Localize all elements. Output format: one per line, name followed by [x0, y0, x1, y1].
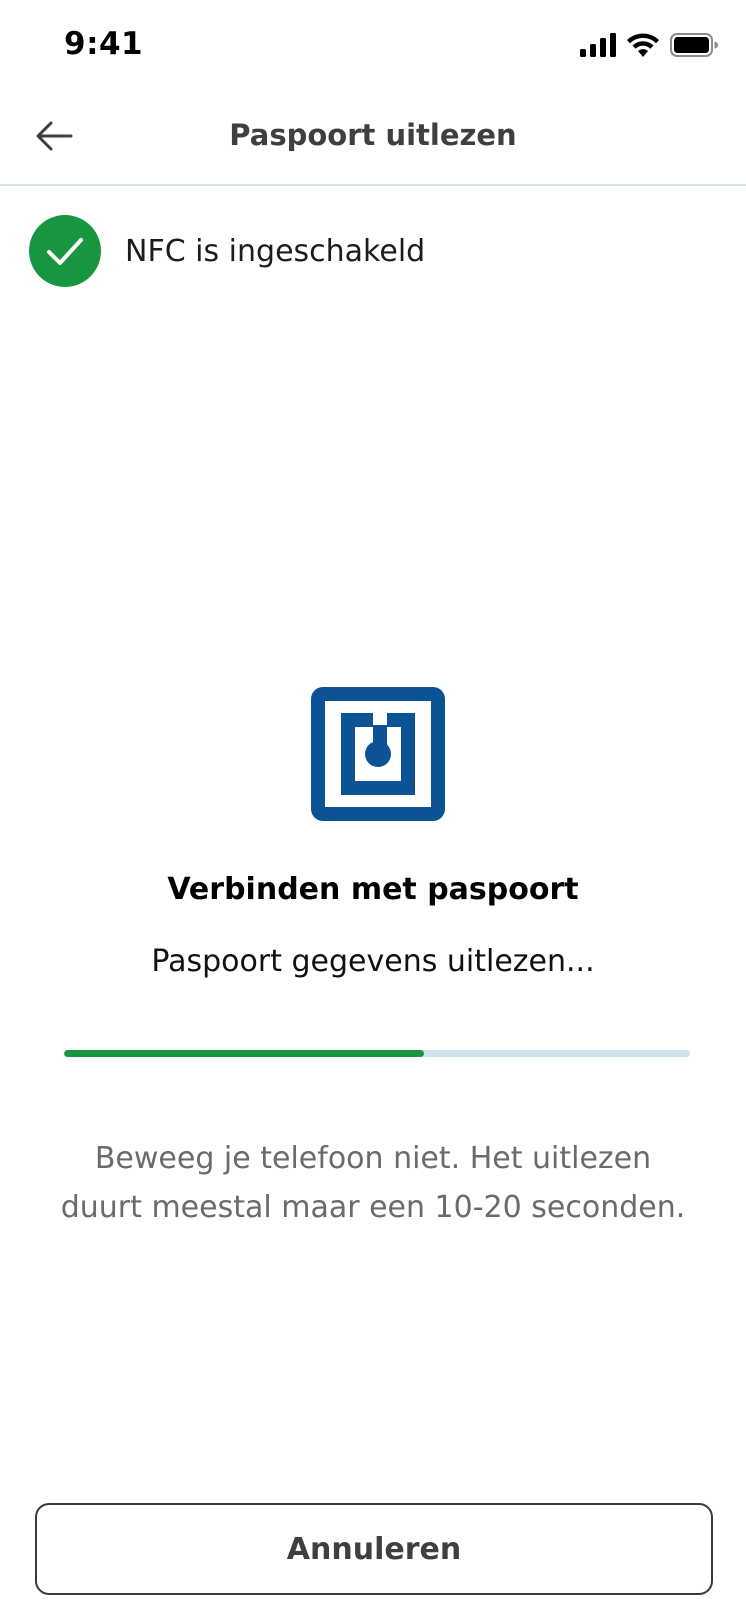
check-circle-icon — [29, 215, 101, 287]
status-bar: 9:41 — [0, 0, 746, 92]
cancel-button[interactable]: Annuleren — [35, 1503, 713, 1595]
wifi-icon — [626, 32, 660, 58]
connecting-title: Verbinden met paspoort — [167, 872, 579, 907]
status-icons — [580, 32, 718, 58]
nav-header: Paspoort uitlezen — [0, 92, 746, 186]
battery-icon — [670, 33, 718, 57]
hint-text: Beweeg je telefoon niet. Het uitlezen du… — [60, 1141, 686, 1225]
page-title: Paspoort uitlezen — [229, 118, 517, 152]
cellular-signal-icon — [580, 33, 616, 57]
nfc-logo-icon — [311, 687, 445, 821]
status-time: 9:41 — [64, 26, 144, 62]
reading-status-text: Paspoort gegevens uitlezen... — [151, 944, 595, 979]
nfc-status-label: NFC is ingeschakeld — [125, 233, 426, 269]
progress-fill — [64, 1050, 424, 1057]
nfc-status-row: NFC is ingeschakeld — [29, 215, 425, 287]
reading-progress-bar — [64, 1050, 690, 1057]
